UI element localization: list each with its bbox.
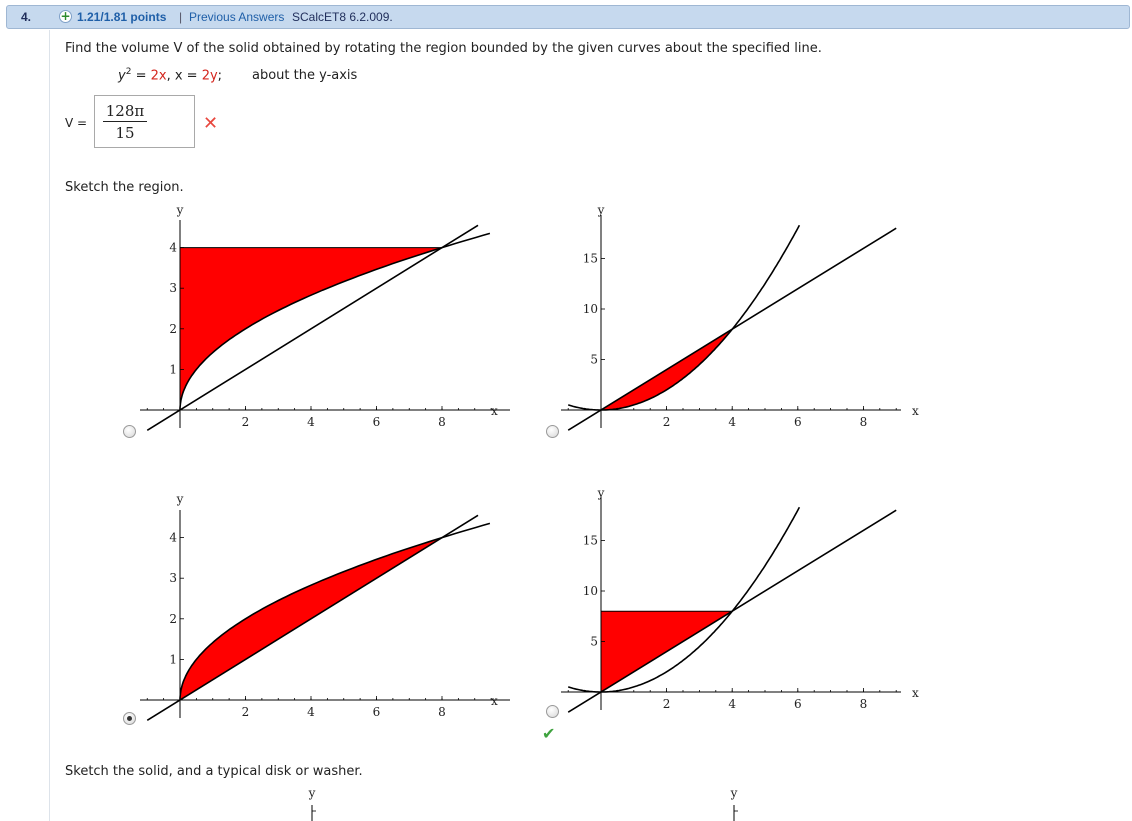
x-axis-label: x	[912, 686, 919, 700]
points-score: 1.21/1.81 points	[77, 10, 167, 24]
y-axis-label: y	[597, 203, 605, 217]
equation: y2 = 2x, x = 2y;	[118, 67, 222, 83]
checkmark-icon: ✔	[542, 724, 556, 743]
x-tick-label: 2	[242, 415, 250, 429]
y-tick-label: 3	[169, 281, 177, 295]
question-number: 4.	[21, 10, 32, 24]
line-x-over-2	[146, 514, 479, 721]
x-tick-label: 2	[663, 415, 671, 429]
x-tick-label: 6	[373, 415, 381, 429]
y-tick-label: 2	[169, 612, 177, 626]
y-tick-label: 10	[583, 302, 598, 316]
y-tick-label: 2	[169, 322, 177, 336]
x-tick-label: 6	[794, 697, 802, 711]
y-axis-label: y	[176, 203, 184, 217]
x-tick-label: 6	[794, 415, 802, 429]
y-tick-label: 5	[590, 353, 598, 367]
answer-numerator: 128π	[105, 102, 145, 120]
graph-b: 2 4 6 8 5 10 15 x y	[561, 203, 919, 431]
curve-parabola	[567, 224, 801, 411]
eq-rhs1: 2x	[150, 68, 167, 84]
y-tick-label: 4	[169, 241, 177, 255]
y-tick-label: 10	[583, 584, 598, 598]
answer-fraction: 128π 15	[95, 102, 155, 142]
y-tick-label: 15	[583, 534, 598, 548]
curve-sqrt	[179, 522, 491, 700]
rotation-axis: about the y-axis	[252, 68, 358, 83]
fraction-bar	[103, 121, 147, 122]
y-tick-label: 3	[169, 571, 177, 585]
y-tick-label: 15	[583, 252, 598, 266]
problem-prompt: Find the volume V of the solid obtained …	[65, 41, 822, 56]
previous-answers-link[interactable]: Previous Answers	[189, 10, 284, 24]
y-tick-label: 1	[169, 362, 177, 376]
left-divider	[49, 30, 50, 821]
graph-d: 2 4 6 8 5 10 15 x y	[561, 486, 919, 713]
question-header: 4. + 1.21/1.81 points | Previous Answers…	[6, 5, 1130, 29]
separator: |	[179, 10, 183, 24]
x-tick-label: 8	[860, 415, 868, 429]
graph-c: 2 4 6 8 1 2 3 4 x y	[140, 492, 510, 721]
x-mark-icon: ✕	[203, 113, 219, 134]
option-a-radio[interactable]	[123, 425, 136, 438]
sketch-region-label: Sketch the region.	[65, 180, 184, 195]
y-tick-label: 5	[590, 635, 598, 649]
x-tick-label: 4	[307, 705, 315, 719]
x-tick-label: 2	[242, 705, 250, 719]
x-tick-label: 6	[373, 705, 381, 719]
eq-semi: ;	[217, 68, 223, 84]
sketch-solid-label: Sketch the solid, and a typical disk or …	[65, 764, 363, 779]
option-c-radio[interactable]	[123, 712, 136, 725]
plus-icon[interactable]: +	[59, 10, 72, 23]
y-axis-label: y	[597, 486, 605, 500]
x-tick-label: 4	[728, 415, 736, 429]
answer-label: V =	[65, 116, 88, 130]
answer-box[interactable]: 128π 15	[94, 95, 195, 148]
x-tick-label: 8	[438, 415, 446, 429]
x-axis-label: x	[491, 694, 498, 708]
option-b-radio[interactable]	[546, 425, 559, 438]
x-tick-label: 4	[307, 415, 315, 429]
x-tick-label: 8	[438, 705, 446, 719]
y-tick-label: 4	[169, 531, 177, 545]
x-axis-label: x	[912, 404, 919, 418]
y-axis-label: y	[176, 492, 184, 506]
eq-eq1: =	[131, 68, 151, 84]
graph-a: 2 4 6 8 1 2 3 4 x y	[140, 203, 510, 431]
answer-denominator: 15	[115, 124, 135, 142]
eq-comma: , x =	[166, 68, 202, 84]
x-axis-label: x	[491, 404, 498, 418]
x-tick-label: 2	[663, 697, 671, 711]
y-axis-label: y	[308, 786, 316, 800]
option-d-radio[interactable]	[546, 705, 559, 718]
x-tick-label: 4	[728, 697, 736, 711]
eq-rhs2: 2y	[201, 68, 218, 84]
y-tick-label: 1	[169, 652, 177, 666]
y-axis-label: y	[730, 786, 738, 800]
line-2x	[567, 227, 897, 431]
eq-y: y	[118, 68, 126, 84]
solid-sketch-left: yy	[308, 786, 738, 821]
problem-source: SCalcET8 6.2.009.	[292, 10, 393, 24]
x-tick-label: 8	[860, 697, 868, 711]
